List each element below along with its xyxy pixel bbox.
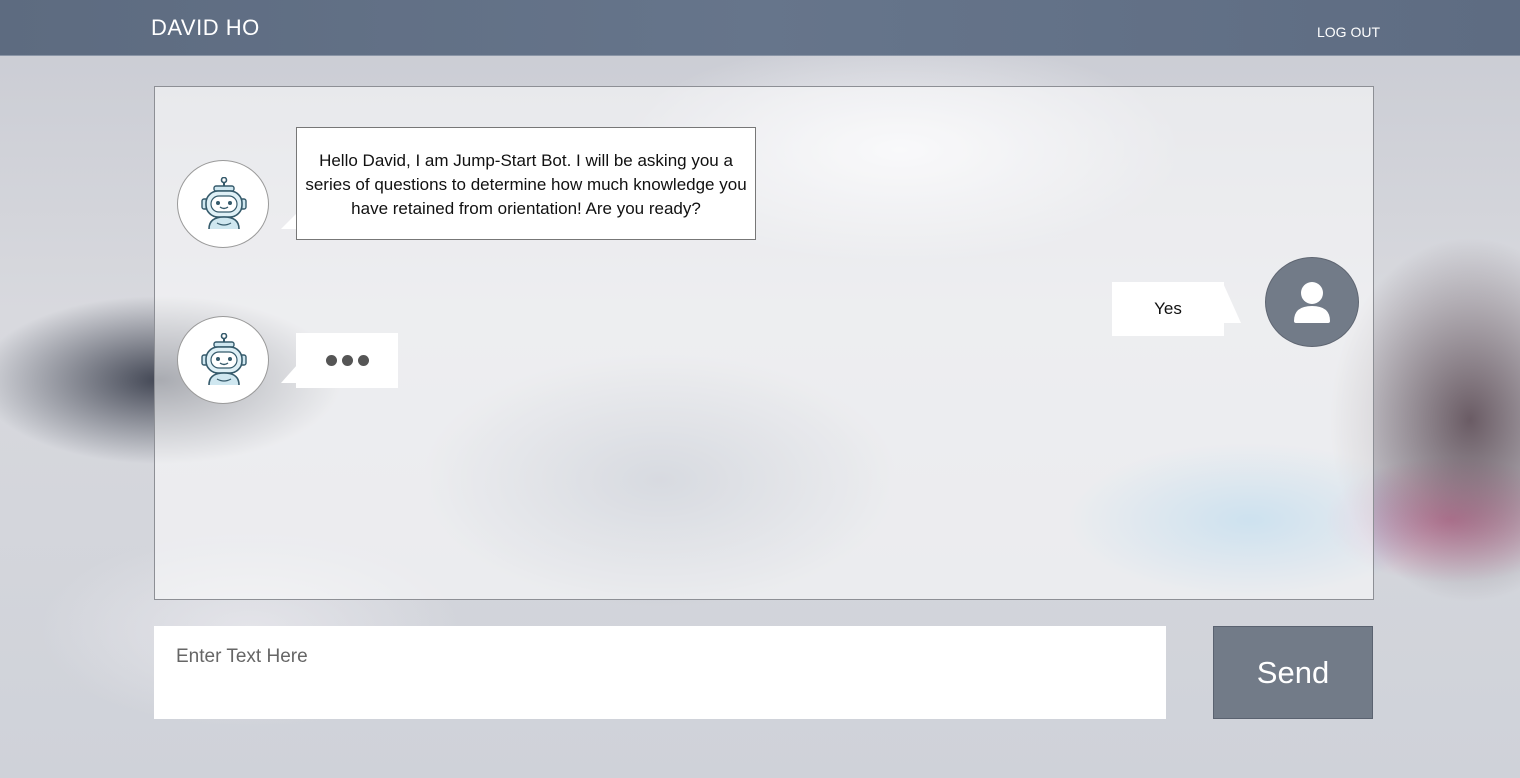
send-button[interactable]: Send <box>1213 626 1373 719</box>
user-name: DAVID HO <box>151 15 260 40</box>
bubble-tail <box>281 365 297 383</box>
bot-avatar <box>177 316 269 404</box>
typing-indicator <box>296 333 398 388</box>
bubble-tail <box>1223 283 1241 323</box>
user-message-bubble: Yes <box>1112 282 1224 336</box>
bot-message-text: Hello David, I am Jump-Start Bot. I will… <box>305 151 747 218</box>
bot-message-bubble: Hello David, I am Jump-Start Bot. I will… <box>296 127 756 240</box>
user-message-text: Yes <box>1154 299 1182 318</box>
chat-panel: Hello David, I am Jump-Start Bot. I will… <box>154 86 1374 600</box>
logout-link[interactable]: LOG OUT <box>1317 24 1380 40</box>
user-avatar <box>1265 257 1359 347</box>
top-bar: DAVID HO LOG OUT <box>0 0 1520 56</box>
bot-avatar <box>177 160 269 248</box>
message-input[interactable] <box>154 626 1166 719</box>
ellipsis-icon <box>296 333 398 388</box>
